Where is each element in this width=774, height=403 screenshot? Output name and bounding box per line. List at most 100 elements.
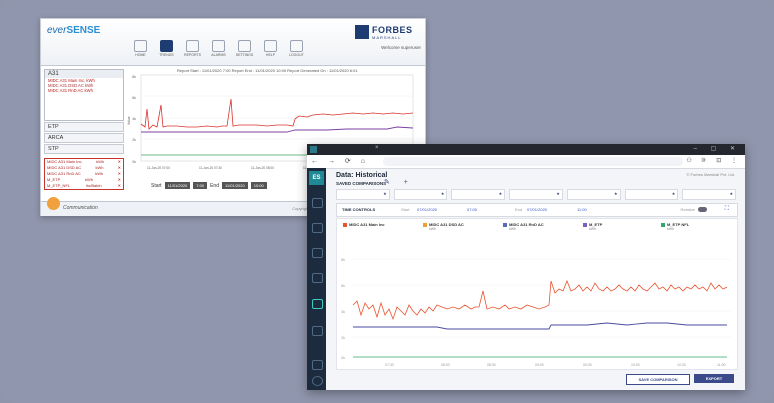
comparison-slot[interactable]: ★	[566, 189, 621, 200]
x-tick: 11-Jan-20 08:00	[251, 166, 274, 170]
nav-alarms[interactable]: ALARMS	[207, 39, 230, 63]
dashboard-icon[interactable]	[312, 198, 323, 208]
comparison-slot[interactable]: ★	[336, 189, 390, 200]
remove-icon[interactable]: ✕	[118, 183, 121, 189]
start-date-field[interactable]: 11/01/2020	[164, 182, 191, 189]
trends-icon[interactable]	[312, 299, 323, 309]
settings-icon	[238, 40, 251, 52]
historical-chart-panel: MIDC A31 Main Inc MIDC A31 DSD AC kWh MID…	[336, 218, 738, 370]
user-icon[interactable]	[312, 376, 323, 386]
legacy-date-controls: Start 11/01/2020 7:00 End 11/01/2020 10:…	[151, 182, 267, 189]
saved-comparison-actions[interactable]: ✎ +	[384, 178, 414, 186]
x-tick: 11:00	[717, 363, 726, 367]
report-info: Report Start : 11/01/2020 7:00 Report En…	[177, 68, 358, 73]
end-time-field[interactable]: 11:00	[577, 207, 587, 212]
help-icon	[264, 40, 277, 52]
home-icon	[134, 40, 147, 52]
nav-settings[interactable]: SETTINGS	[233, 39, 256, 63]
export-button[interactable]: EXPORT	[694, 374, 734, 383]
y-tick: 2k	[341, 336, 345, 340]
nav-trends[interactable]: TRENDS	[155, 39, 178, 63]
tab-close-icon[interactable]: ×	[375, 145, 379, 151]
star-icon[interactable]: ★	[729, 191, 733, 196]
app-logo: ES	[309, 171, 324, 185]
end-date-field[interactable]: 07/01/2020	[527, 207, 547, 212]
page-title: Data: Historical	[336, 172, 388, 179]
tag-group-arca[interactable]: ARCA	[44, 133, 124, 143]
x-tick: 11-Jan-20 07:30	[199, 166, 222, 170]
address-bar[interactable]	[383, 157, 683, 166]
save-comparison-button[interactable]: SAVE COMPARISON	[626, 374, 690, 385]
nav-reports[interactable]: REPORTS	[181, 39, 204, 63]
reports-icon[interactable]	[312, 273, 323, 283]
tag-group-header[interactable]: A31	[45, 70, 123, 78]
x-tick: 10:30	[677, 363, 686, 367]
settings-icon[interactable]	[312, 360, 323, 370]
logout-icon	[290, 40, 303, 52]
comparison-slot[interactable]: ★	[509, 189, 563, 200]
y-tick: 0k	[341, 356, 345, 360]
main-content: Data: Historical © Forbes Marshall Pvt. …	[326, 168, 745, 390]
historical-chart-svg: 8k 6k 4k 2k 0k 07:30 08:00 08:30 09:00 0…	[341, 258, 731, 367]
end-date-field[interactable]: 11/01/2020	[222, 182, 248, 189]
communication-label[interactable]: Communication	[63, 205, 98, 211]
expand-icon[interactable]: ⛶	[725, 206, 729, 213]
nav-home[interactable]: HOME	[129, 39, 152, 63]
tag-group-etp[interactable]: ETP	[44, 122, 124, 132]
comparison-slot[interactable]: ★	[451, 189, 506, 200]
alarm-icon[interactable]	[312, 223, 323, 233]
star-icon[interactable]: ★	[556, 191, 560, 196]
y-tick: 6k	[341, 284, 345, 288]
y-tick: 4k	[341, 310, 345, 314]
y-tick: 6k	[132, 96, 136, 100]
alarms-icon	[212, 40, 225, 52]
comparison-slot[interactable]: ★	[393, 189, 448, 200]
nav-logout[interactable]: LOGOUT	[285, 39, 308, 63]
y-tick: 4k	[132, 117, 136, 121]
start-time-field[interactable]: 7:00	[193, 182, 208, 189]
x-tick: 10:00	[631, 363, 640, 367]
tag-group-stp[interactable]: STP	[44, 144, 124, 154]
comparison-slot[interactable]: ★	[682, 189, 737, 200]
star-icon[interactable]: ★	[441, 191, 445, 196]
star-icon[interactable]: ★	[383, 191, 387, 196]
tag-tree: A31 MIDC A31 Main Inc. kWh MIDC A31 DSD …	[44, 69, 124, 121]
x-tick: 11-Jan-20 07:00	[147, 166, 170, 170]
relative-toggle[interactable]	[698, 207, 707, 212]
x-tick: 09:00	[535, 363, 544, 367]
forbes-marshall-logo: FORBES MARSHALL	[355, 25, 419, 41]
browser-tool-icons[interactable]: ⚇ ⊪ ⊡ ⋮	[686, 157, 741, 164]
saved-comparison-slots: ★ ★ ★ ★ ★ ★ ★	[336, 189, 737, 200]
y-tick: 2k	[132, 138, 136, 142]
browser-tab-bar: × – ▢ ✕	[307, 144, 745, 155]
selected-tag-row: M_ETP_NFL lts/Batch ✕	[47, 183, 121, 189]
star-icon[interactable]: ★	[499, 191, 503, 196]
nav-help[interactable]: HELP	[259, 39, 282, 63]
saved-comparisons-label: SAVED COMPARISONS	[336, 181, 387, 186]
new-historical-window: × – ▢ ✕ ← → ⟳ ⌂ ⚇ ⊪ ⊡ ⋮ ES Data: Histori…	[307, 144, 745, 390]
browser-nav-icons[interactable]: ← → ⟳ ⌂	[311, 157, 369, 165]
start-time-field[interactable]: 07:00	[467, 207, 477, 212]
tag-panel: A31 MIDC A31 Main Inc. kWh MIDC A31 DSD …	[44, 69, 124, 190]
app-sidebar: ES	[307, 168, 326, 390]
time-controls: TIME CONTROLS Start 07/01/2020 07:00 End…	[336, 203, 738, 217]
x-tick: 09:30	[583, 363, 592, 367]
x-tick: 08:30	[487, 363, 496, 367]
start-date-field[interactable]: 07/01/2020	[417, 207, 437, 212]
time-controls-label: TIME CONTROLS	[342, 207, 376, 212]
history-icon[interactable]	[312, 248, 323, 258]
x-tick: 07:30	[385, 363, 394, 367]
end-time-field[interactable]: 10:00	[250, 182, 267, 189]
star-icon[interactable]: ★	[672, 191, 676, 196]
star-icon[interactable]: ★	[614, 191, 618, 196]
trends-icon	[160, 40, 173, 52]
x-tick: 08:00	[441, 363, 450, 367]
tag-item[interactable]: MIDC A31 RnD AC kWh	[45, 88, 123, 93]
document-icon[interactable]	[312, 326, 323, 336]
legacy-header: everSENSE FORBES MARSHALL HOME TRENDS RE…	[41, 19, 425, 66]
window-controls[interactable]: – ▢ ✕	[694, 145, 741, 152]
y-tick: 8k	[132, 75, 136, 79]
y-axis-label: Value	[127, 116, 131, 125]
comparison-slot[interactable]: ★	[624, 189, 679, 200]
browser-toolbar: ← → ⟳ ⌂ ⚇ ⊪ ⊡ ⋮	[307, 155, 745, 169]
